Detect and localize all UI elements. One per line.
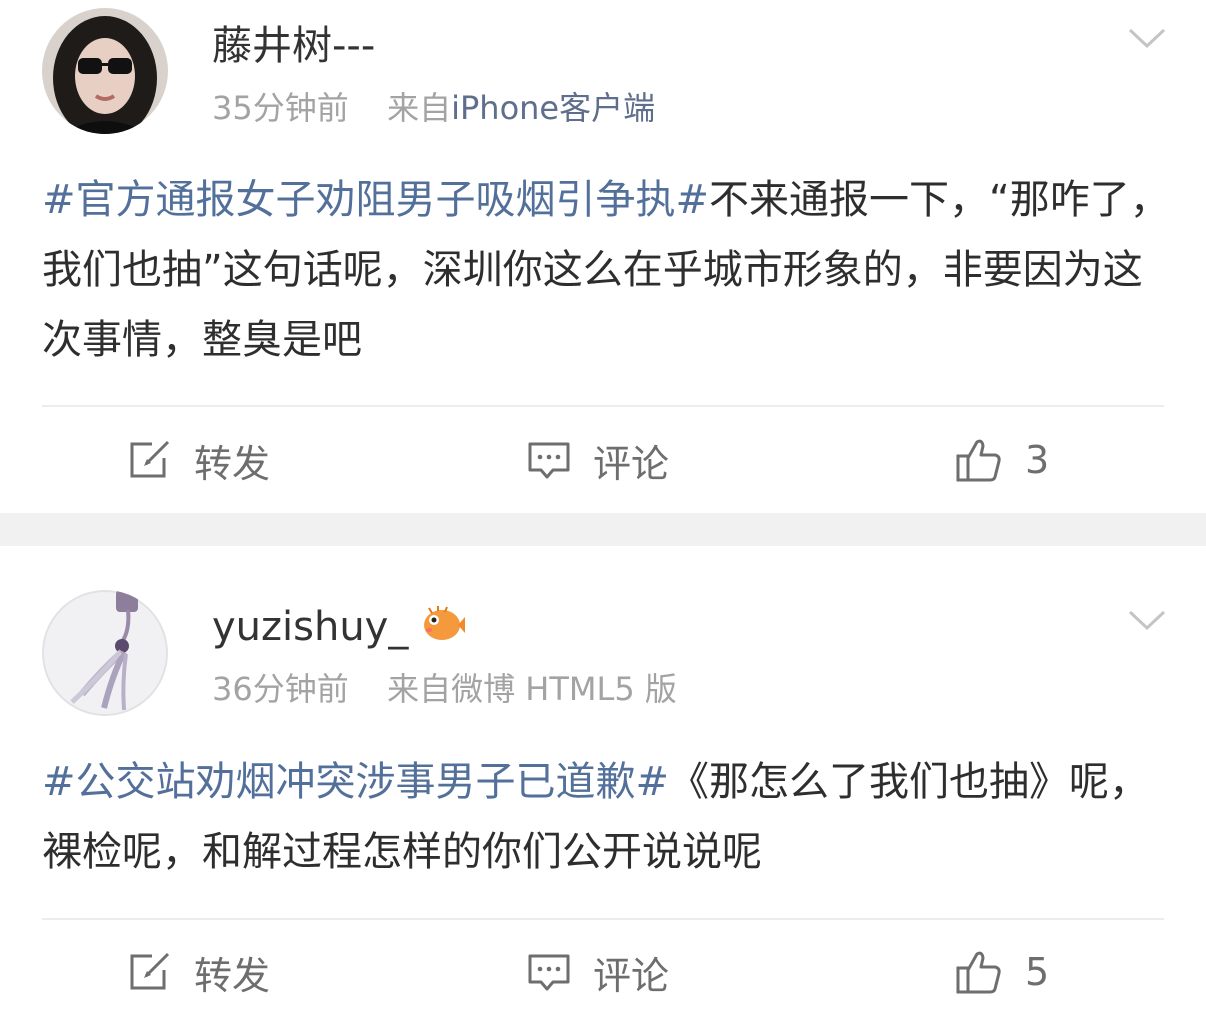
username[interactable]: 藤井树--- <box>212 22 375 70</box>
divider <box>42 918 1164 920</box>
hashtag-link[interactable]: #官方通报女子劝阻男子吸烟引争执# <box>42 177 709 223</box>
post-meta: 35分钟前 来自iPhone客户端 <box>212 88 655 128</box>
comment-button[interactable]: 评论 <box>527 942 669 1002</box>
username[interactable]: yuzishuy_ <box>212 603 408 651</box>
avatar[interactable] <box>42 590 168 716</box>
like-button[interactable]: 3 <box>955 430 1049 490</box>
repost-label: 转发 <box>194 441 271 486</box>
chevron-down-icon[interactable] <box>1127 608 1167 632</box>
hashtag-link[interactable]: #公交站劝烟冲突涉事男子已道歉# <box>42 759 669 805</box>
source-prefix: 来自 <box>387 670 452 708</box>
repost-label: 转发 <box>194 953 271 998</box>
comment-icon <box>528 954 570 991</box>
post-content: #公交站劝烟冲突涉事男子已道歉#《那怎么了我们也抽》呢，裸检呢，和解过程怎样的你… <box>42 747 1172 887</box>
post-time: 36分钟前 <box>212 670 349 708</box>
pufferfish-badge-icon <box>420 603 466 643</box>
chevron-down-icon[interactable] <box>1127 26 1167 50</box>
repost-icon <box>130 952 170 990</box>
source-name[interactable]: iPhone客户端 <box>451 89 655 127</box>
repost-button[interactable]: 转发 <box>128 430 270 490</box>
repost-icon <box>130 440 170 478</box>
like-button[interactable]: 5 <box>955 942 1049 1002</box>
comment-label: 评论 <box>593 953 670 998</box>
source-name[interactable]: 微博 HTML5 版 <box>451 670 677 708</box>
post-meta: 36分钟前 来自微博 HTML5 版 <box>212 669 677 709</box>
post-card: 藤井树--- 35分钟前 来自iPhone客户端 #官方通报女子劝阻男子吸烟引争… <box>0 0 1206 513</box>
thumbs-up-icon <box>956 439 1001 482</box>
comment-label: 评论 <box>593 441 670 486</box>
comment-icon <box>528 442 570 479</box>
post-time: 35分钟前 <box>212 89 349 127</box>
divider <box>42 405 1164 407</box>
avatar[interactable] <box>42 8 168 134</box>
source-prefix: 来自 <box>387 89 452 127</box>
like-count: 3 <box>1025 438 1050 482</box>
comment-button[interactable]: 评论 <box>527 430 669 490</box>
thumbs-up-icon <box>956 951 1001 994</box>
repost-button[interactable]: 转发 <box>128 942 270 1002</box>
post-card: yuzishuy_ 36分钟前 来自微博 HTML5 版 #公交站劝烟冲突涉事男… <box>0 546 1206 1029</box>
like-count: 5 <box>1025 950 1050 994</box>
post-content: #官方通报女子劝阻男子吸烟引争执#不来通报一下，“那咋了，我们也抽”这句话呢，深… <box>42 165 1172 375</box>
post-separator <box>0 513 1206 546</box>
